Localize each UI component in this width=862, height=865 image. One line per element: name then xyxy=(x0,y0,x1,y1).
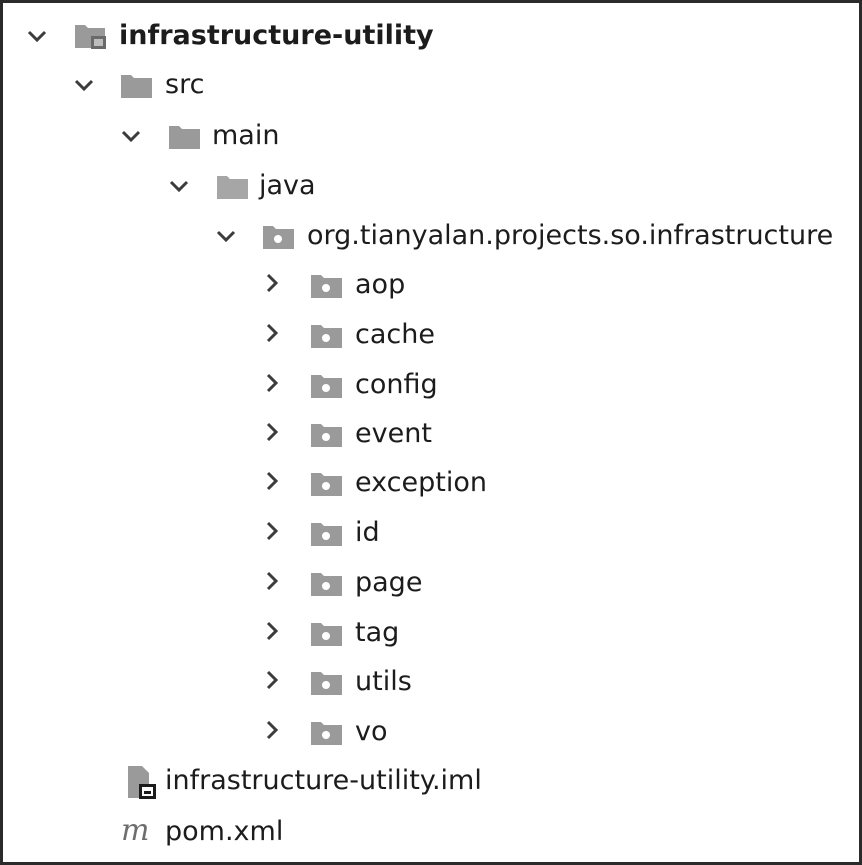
source-folder-icon xyxy=(215,172,251,207)
tree-node-iml-file[interactable]: infrastructure-utility.iml xyxy=(3,762,859,802)
chevron-right-icon[interactable] xyxy=(261,620,283,642)
package-folder-icon xyxy=(309,569,345,604)
tree-node-label: vo xyxy=(355,716,388,747)
chevron-right-icon[interactable] xyxy=(261,421,283,443)
chevron-right-icon[interactable] xyxy=(261,372,283,394)
chevron-right-icon[interactable] xyxy=(261,570,283,592)
maven-m-icon: m xyxy=(121,813,150,848)
folder-icon xyxy=(167,122,203,157)
tree-node-label: src xyxy=(165,69,205,100)
package-folder-icon xyxy=(309,420,345,455)
package-folder-icon xyxy=(309,321,345,356)
tree-node-package-tag[interactable]: tag xyxy=(3,614,859,654)
tree-node-label: aop xyxy=(355,269,406,300)
tree-node-package-aop[interactable]: aop xyxy=(3,266,859,306)
package-folder-icon xyxy=(309,271,345,306)
tree-node-label: cache xyxy=(355,319,435,350)
tree-node-label: utils xyxy=(355,666,412,697)
tree-node-package-id[interactable]: id xyxy=(3,514,859,554)
chevron-right-icon[interactable] xyxy=(261,520,283,542)
package-folder-icon xyxy=(309,718,345,753)
tree-node-package-exception[interactable]: exception xyxy=(3,464,859,504)
package-folder-icon xyxy=(309,668,345,703)
chevron-down-icon[interactable] xyxy=(26,25,48,47)
folder-icon xyxy=(119,71,155,106)
project-tree-panel: infrastructure-utility src main java org… xyxy=(0,0,862,865)
iml-file-icon xyxy=(125,764,159,805)
tree-node-label: org.tianyalan.projects.so.infrastructure xyxy=(307,220,834,251)
tree-node-label: event xyxy=(355,418,432,449)
tree-node-label: id xyxy=(355,517,380,548)
tree-node-main[interactable]: main xyxy=(3,117,859,157)
package-folder-icon xyxy=(309,371,345,406)
tree-node-label: config xyxy=(355,369,438,400)
package-folder-icon xyxy=(261,222,297,257)
tree-node-package-vo[interactable]: vo xyxy=(3,713,859,753)
package-folder-icon xyxy=(309,469,345,504)
tree-node-package-config[interactable]: config xyxy=(3,366,859,406)
chevron-down-icon[interactable] xyxy=(168,175,190,197)
tree-node-label: exception xyxy=(355,467,487,498)
tree-node-pom-file[interactable]: m pom.xml xyxy=(3,813,859,853)
chevron-right-icon[interactable] xyxy=(261,470,283,492)
tree-node-label: java xyxy=(259,170,316,201)
tree-node-label: pom.xml xyxy=(165,816,284,847)
chevron-right-icon[interactable] xyxy=(261,322,283,344)
chevron-down-icon[interactable] xyxy=(120,125,142,147)
chevron-right-icon[interactable] xyxy=(261,669,283,691)
tree-node-root[interactable]: infrastructure-utility xyxy=(3,17,859,57)
tree-node-label: main xyxy=(212,120,280,151)
tree-node-package[interactable]: org.tianyalan.projects.so.infrastructure xyxy=(3,217,859,257)
tree-node-package-utils[interactable]: utils xyxy=(3,663,859,703)
tree-node-package-page[interactable]: page xyxy=(3,564,859,604)
module-folder-icon xyxy=(73,21,109,56)
tree-node-package-cache[interactable]: cache xyxy=(3,316,859,356)
project-tree: infrastructure-utility src main java org… xyxy=(3,3,859,862)
chevron-down-icon[interactable] xyxy=(73,74,95,96)
tree-node-label: tag xyxy=(355,617,400,648)
package-folder-icon xyxy=(309,619,345,654)
chevron-right-icon[interactable] xyxy=(261,272,283,294)
tree-node-src[interactable]: src xyxy=(3,66,859,106)
tree-node-label: infrastructure-utility.iml xyxy=(165,765,482,796)
tree-node-label: page xyxy=(355,567,423,598)
package-folder-icon xyxy=(309,519,345,554)
tree-node-label: infrastructure-utility xyxy=(119,20,434,51)
chevron-right-icon[interactable] xyxy=(261,719,283,741)
tree-node-java[interactable]: java xyxy=(3,167,859,207)
chevron-down-icon[interactable] xyxy=(215,225,237,247)
tree-node-package-event[interactable]: event xyxy=(3,415,859,455)
